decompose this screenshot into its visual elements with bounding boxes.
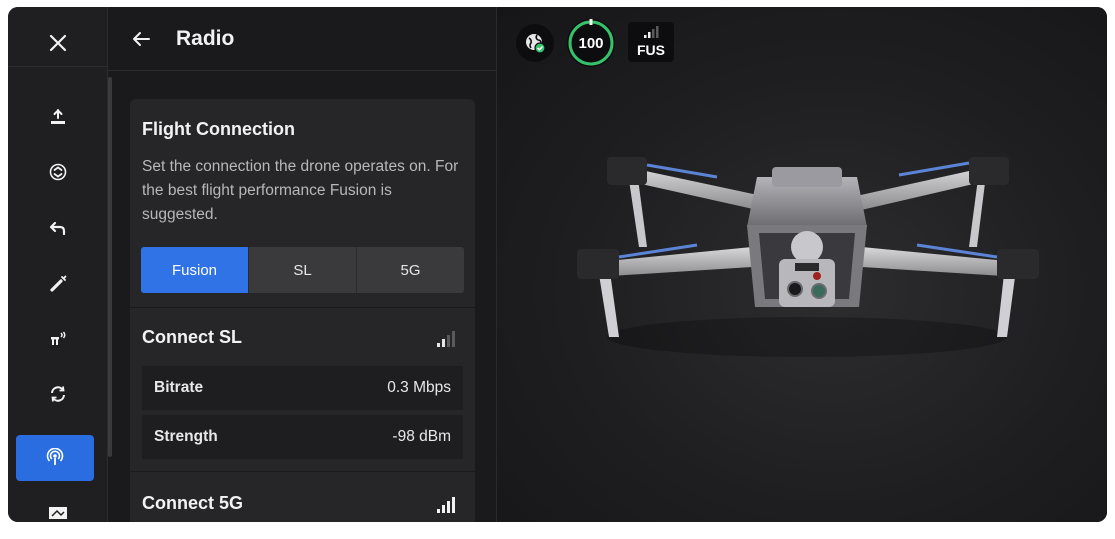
back-button[interactable] bbox=[128, 27, 154, 51]
drone-view: 100 FUS bbox=[497, 7, 1107, 522]
connect-sl-title: Connect SL bbox=[142, 327, 243, 347]
divider bbox=[130, 471, 475, 472]
sidebar-item-display[interactable] bbox=[8, 497, 108, 522]
sidebar-item-obstacle[interactable] bbox=[8, 316, 108, 360]
laser-pointer-icon bbox=[50, 275, 67, 292]
sidebar-item-land[interactable] bbox=[8, 150, 108, 194]
battery-level: 100 bbox=[578, 34, 604, 52]
divider bbox=[130, 307, 475, 308]
flight-connection-description: Set the connection the drone operates on… bbox=[142, 158, 459, 223]
radio-panel: Radio Flight Connection Set the connecti… bbox=[108, 7, 497, 522]
sidebar-item-laser[interactable] bbox=[8, 262, 108, 306]
connection-segmented-control: Fusion SL 5G bbox=[141, 247, 464, 293]
settings-card: Flight Connection Set the connection the… bbox=[130, 99, 475, 522]
return-home-icon bbox=[49, 221, 66, 236]
link-status-badge[interactable]: FUS bbox=[628, 22, 674, 62]
close-icon bbox=[49, 34, 67, 51]
signal-strong-icon bbox=[437, 497, 455, 513]
rotate-sync-icon bbox=[51, 386, 65, 402]
radio-icon bbox=[46, 448, 64, 465]
close-button[interactable] bbox=[8, 19, 108, 67]
sidebar-item-return-home[interactable] bbox=[8, 206, 108, 250]
bitrate-value: 0.3 Mbps bbox=[387, 379, 451, 396]
strength-label: Strength bbox=[154, 428, 218, 445]
link-mode: FUS bbox=[637, 42, 665, 58]
sidebar-item-sync[interactable] bbox=[8, 372, 108, 416]
segment-5g[interactable]: 5G bbox=[357, 247, 464, 293]
gps-status-badge[interactable] bbox=[516, 24, 554, 62]
panel-header: Radio bbox=[108, 7, 497, 71]
strength-row: Strength -98 dBm bbox=[142, 415, 463, 459]
sidebar-item-takeoff[interactable] bbox=[8, 95, 108, 139]
scrollbar[interactable] bbox=[108, 77, 112, 457]
segment-sl[interactable]: SL bbox=[249, 247, 357, 293]
display-icon bbox=[49, 507, 67, 519]
connect-5g-title: Connect 5G bbox=[142, 493, 244, 513]
segment-fusion[interactable]: Fusion bbox=[141, 247, 249, 293]
globe-connected-icon bbox=[526, 34, 546, 54]
link-signal-icon bbox=[644, 26, 659, 38]
obstacle-avoidance-icon bbox=[51, 331, 66, 345]
flight-connection-title: Flight Connection bbox=[142, 119, 295, 139]
app-window: Radio Flight Connection Set the connecti… bbox=[8, 7, 1107, 522]
sidebar-rail bbox=[8, 7, 108, 522]
strength-value: -98 dBm bbox=[392, 428, 451, 445]
land-icon bbox=[49, 163, 67, 181]
bitrate-label: Bitrate bbox=[154, 379, 204, 396]
drone-image bbox=[577, 157, 1039, 357]
arrow-left-icon bbox=[133, 32, 150, 46]
signal-weak-icon bbox=[437, 331, 455, 347]
sidebar-item-radio[interactable] bbox=[16, 435, 94, 481]
bitrate-row: Bitrate 0.3 Mbps bbox=[142, 366, 463, 410]
takeoff-icon bbox=[51, 109, 65, 124]
page-title: Radio bbox=[176, 27, 235, 50]
